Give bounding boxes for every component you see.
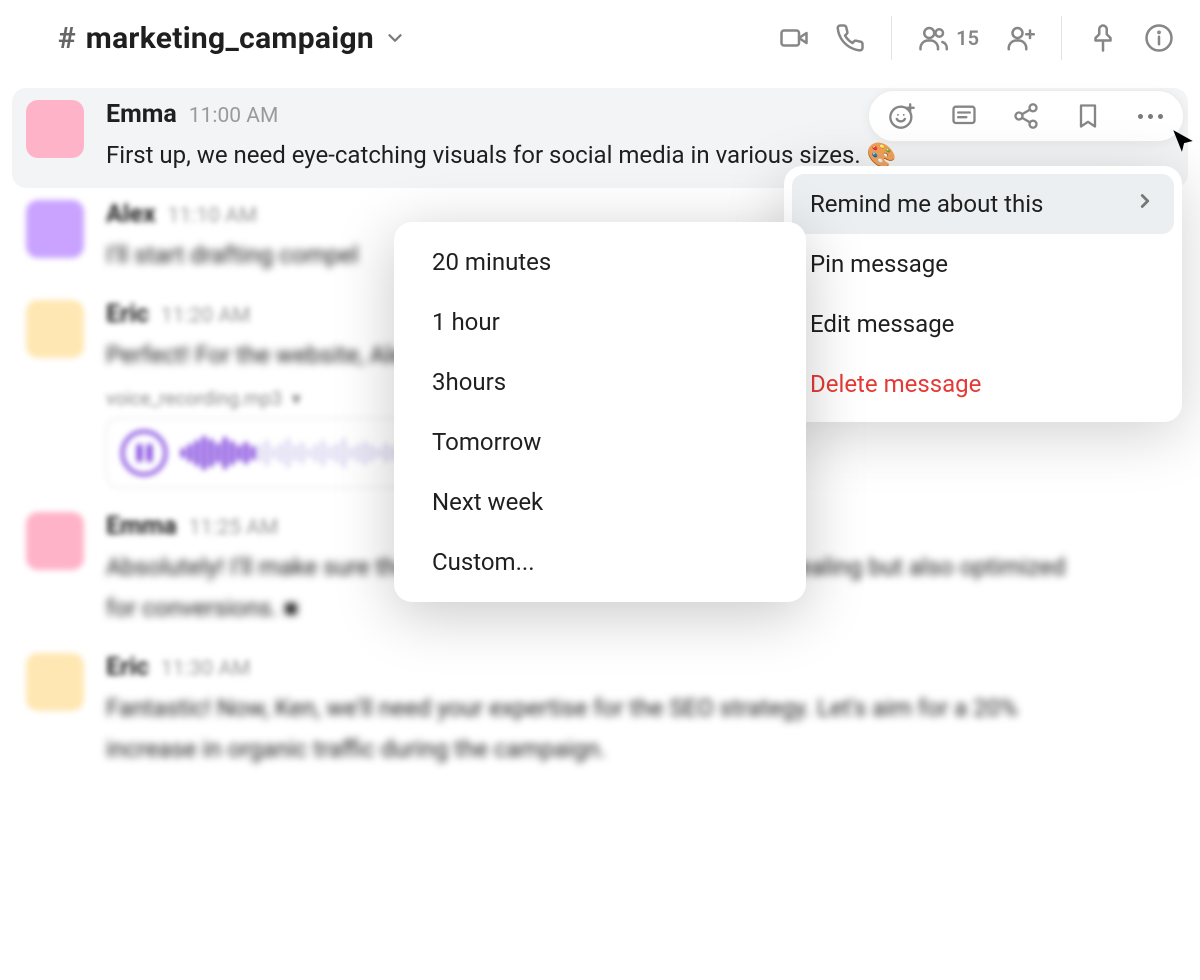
menu-item-label: 3hours [432, 368, 768, 396]
avatar [26, 200, 84, 258]
menu-item-label: Delete message [810, 370, 1156, 398]
cursor-icon [1170, 128, 1196, 154]
avatar [26, 100, 84, 158]
info-icon[interactable] [1144, 23, 1174, 53]
channel-selector[interactable]: # marketing_campaign [58, 21, 406, 56]
message-context-menu: Remind me about this Pin message Edit me… [784, 166, 1182, 422]
members-icon[interactable] [918, 23, 948, 53]
message-author: Emma [106, 100, 177, 129]
reply-thread-icon[interactable] [949, 101, 979, 131]
menu-item-edit[interactable]: Edit message [792, 294, 1174, 354]
share-icon[interactable] [1011, 101, 1041, 131]
chevron-right-icon [1134, 190, 1156, 218]
menu-item-remind[interactable]: Remind me about this [792, 174, 1174, 234]
chevron-down-icon [384, 27, 406, 49]
menu-item-label: Custom... [432, 548, 768, 576]
menu-item-label: Next week [432, 488, 768, 516]
pause-icon[interactable] [121, 430, 167, 476]
phone-call-icon[interactable] [835, 23, 865, 53]
message-author: Eric [106, 300, 149, 329]
bookmark-icon[interactable] [1073, 101, 1103, 131]
message-hover-toolbar [868, 90, 1184, 142]
menu-item-label: Remind me about this [810, 190, 1134, 218]
menu-item-label: Tomorrow [432, 428, 768, 456]
video-call-icon[interactable] [779, 23, 809, 53]
menu-item-pin[interactable]: Pin message [792, 234, 1174, 294]
submenu-item-20min[interactable]: 20 minutes [404, 232, 796, 292]
menu-item-label: Pin message [810, 250, 1156, 278]
avatar [26, 653, 84, 711]
submenu-item-custom[interactable]: Custom... [404, 532, 796, 592]
header-actions: 15 [779, 16, 1174, 60]
message-author: Eric [106, 653, 149, 682]
message-timestamp: 11:25 AM [189, 516, 279, 540]
message-timestamp: 11:00 AM [189, 104, 279, 128]
channel-header: # marketing_campaign 15 [12, 0, 1188, 76]
message-author: Alex [106, 200, 156, 229]
channel-name: marketing_campaign [86, 21, 374, 56]
submenu-item-nextweek[interactable]: Next week [404, 472, 796, 532]
message-timestamp: 11:10 AM [168, 204, 258, 228]
pin-icon[interactable] [1088, 23, 1118, 53]
menu-item-delete[interactable]: Delete message [792, 354, 1174, 414]
menu-item-label: 1 hour [432, 308, 768, 336]
message-author: Emma [106, 512, 177, 541]
avatar [26, 512, 84, 570]
add-member-icon[interactable] [1005, 23, 1035, 53]
message-timestamp: 11:30 AM [161, 657, 251, 681]
menu-item-label: 20 minutes [432, 248, 768, 276]
message-text: Fantastic! Now, Ken, we'll need your exp… [106, 688, 1066, 770]
message-timestamp: 11:20 AM [161, 304, 251, 328]
submenu-item-3hours[interactable]: 3hours [404, 352, 796, 412]
add-reaction-icon[interactable] [887, 101, 917, 131]
avatar [26, 300, 84, 358]
submenu-item-1hour[interactable]: 1 hour [404, 292, 796, 352]
reminder-submenu: 20 minutes 1 hour 3hours Tomorrow Next w… [394, 222, 806, 602]
message[interactable]: Eric 11:30 AM Fantastic! Now, Ken, we'll… [12, 641, 1188, 782]
more-options-icon[interactable] [1135, 101, 1165, 131]
hash-icon: # [58, 21, 76, 56]
submenu-item-tomorrow[interactable]: Tomorrow [404, 412, 796, 472]
member-count: 15 [956, 26, 979, 50]
menu-item-label: Edit message [810, 310, 1156, 338]
